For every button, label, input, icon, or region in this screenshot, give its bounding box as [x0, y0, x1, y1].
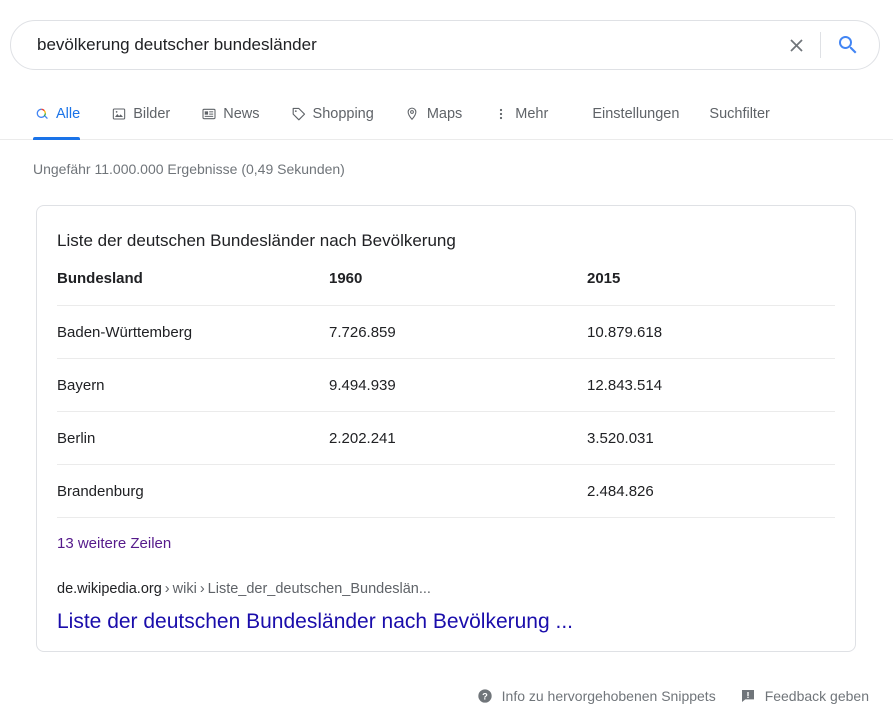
snippet-table: Bundesland 1960 2015 Baden-Württemberg 7… — [57, 270, 835, 517]
tab-alle[interactable]: Alle — [33, 98, 81, 140]
tab-bilder[interactable]: Bilder — [110, 98, 170, 130]
table-bottom-divider — [57, 517, 835, 518]
tab-maps[interactable]: Maps — [404, 98, 462, 130]
image-icon — [110, 106, 127, 123]
cell-2015: 12.843.514 — [587, 358, 835, 412]
search-bar[interactable] — [10, 20, 880, 70]
cell-bundesland: Baden-Württemberg — [57, 305, 329, 359]
search-tools-button[interactable]: Suchfilter — [709, 98, 769, 130]
cell-1960: 7.726.859 — [329, 305, 587, 359]
column-header-1960: 1960 — [329, 270, 363, 287]
search-input[interactable] — [11, 31, 776, 59]
source-path-1: wiki — [172, 581, 197, 597]
more-vertical-icon — [492, 106, 509, 123]
cell-bundesland: Bayern — [57, 358, 329, 412]
result-stats: Ungefähr 11.000.000 Ergebnisse (0,49 Sek… — [33, 161, 345, 177]
tab-label: Maps — [426, 106, 463, 122]
tab-news[interactable]: News — [200, 98, 260, 130]
cell-1960 — [329, 464, 587, 517]
source-path-2: Liste_der_deutschen_Bundeslän... — [207, 581, 431, 597]
result-title-link[interactable]: Liste der deutschen Bundesländer nach Be… — [57, 609, 835, 635]
cell-2015: 2.484.826 — [587, 464, 835, 517]
search-nav-tabs: Alle Bilder News Shopping Maps Mehr Eins… — [0, 98, 893, 140]
tab-shopping[interactable]: Shopping — [290, 98, 374, 130]
source-url-breadcrumb[interactable]: de.wikipedia.org › wiki › Liste_der_deutsche… — [57, 581, 835, 597]
table-row: Berlin 2.202.241 3.520.031 — [57, 411, 835, 465]
table-row: Bayern 9.494.939 12.843.514 — [57, 358, 835, 412]
tag-icon — [290, 106, 307, 123]
search-divider — [820, 32, 821, 58]
cell-2015: 3.520.031 — [587, 411, 835, 465]
map-pin-icon — [404, 106, 421, 123]
svg-text:?: ? — [482, 691, 488, 701]
cell-bundesland: Berlin — [57, 411, 329, 465]
feedback-icon — [740, 688, 756, 704]
snippet-title: Liste der deutschen Bundesländer nach Be… — [57, 231, 456, 250]
cell-bundesland: Brandenburg — [57, 464, 329, 517]
settings-button[interactable]: Einstellungen — [592, 98, 679, 130]
google-search-icon — [33, 106, 50, 123]
table-header-row: Bundesland 1960 2015 — [57, 270, 835, 306]
more-rows-link[interactable]: 13 weitere Zeilen — [57, 535, 171, 552]
breadcrumb-separator: › — [199, 581, 205, 597]
tab-label: News — [223, 106, 260, 122]
clear-search-button[interactable] — [776, 25, 816, 65]
column-header-bundesland: Bundesland — [57, 270, 143, 287]
snippet-footer: ? Info zu hervorgehobenen Snippets Feedb… — [0, 688, 893, 704]
search-submit-button[interactable] — [825, 25, 871, 65]
cell-2015: 10.879.618 — [587, 305, 835, 359]
close-icon — [789, 38, 803, 52]
table-row: Brandenburg 2.484.826 — [57, 464, 835, 517]
newspaper-icon — [200, 106, 217, 123]
source-domain: de.wikipedia.org — [57, 581, 162, 597]
column-header-2015: 2015 — [587, 270, 621, 287]
search-icon — [839, 36, 857, 54]
cell-1960: 2.202.241 — [329, 411, 587, 465]
tab-label: Mehr — [515, 106, 549, 122]
tab-label: Alle — [56, 106, 81, 122]
snippet-info-label: Info zu hervorgehobenen Snippets — [501, 688, 716, 704]
breadcrumb-separator: › — [164, 581, 170, 597]
feedback-label: Feedback geben — [764, 688, 869, 704]
featured-snippet-card: Liste der deutschen Bundesländer nach Be… — [36, 205, 856, 652]
help-circle-icon: ? — [477, 688, 493, 704]
tab-label: Shopping — [312, 106, 374, 122]
tab-label: Bilder — [133, 106, 171, 122]
snippet-info-link[interactable]: ? Info zu hervorgehobenen Snippets — [477, 688, 716, 704]
tab-mehr[interactable]: Mehr — [492, 98, 548, 130]
table-row: Baden-Württemberg 7.726.859 10.879.618 — [57, 305, 835, 359]
feedback-link[interactable]: Feedback geben — [740, 688, 869, 704]
cell-1960: 9.494.939 — [329, 358, 587, 412]
